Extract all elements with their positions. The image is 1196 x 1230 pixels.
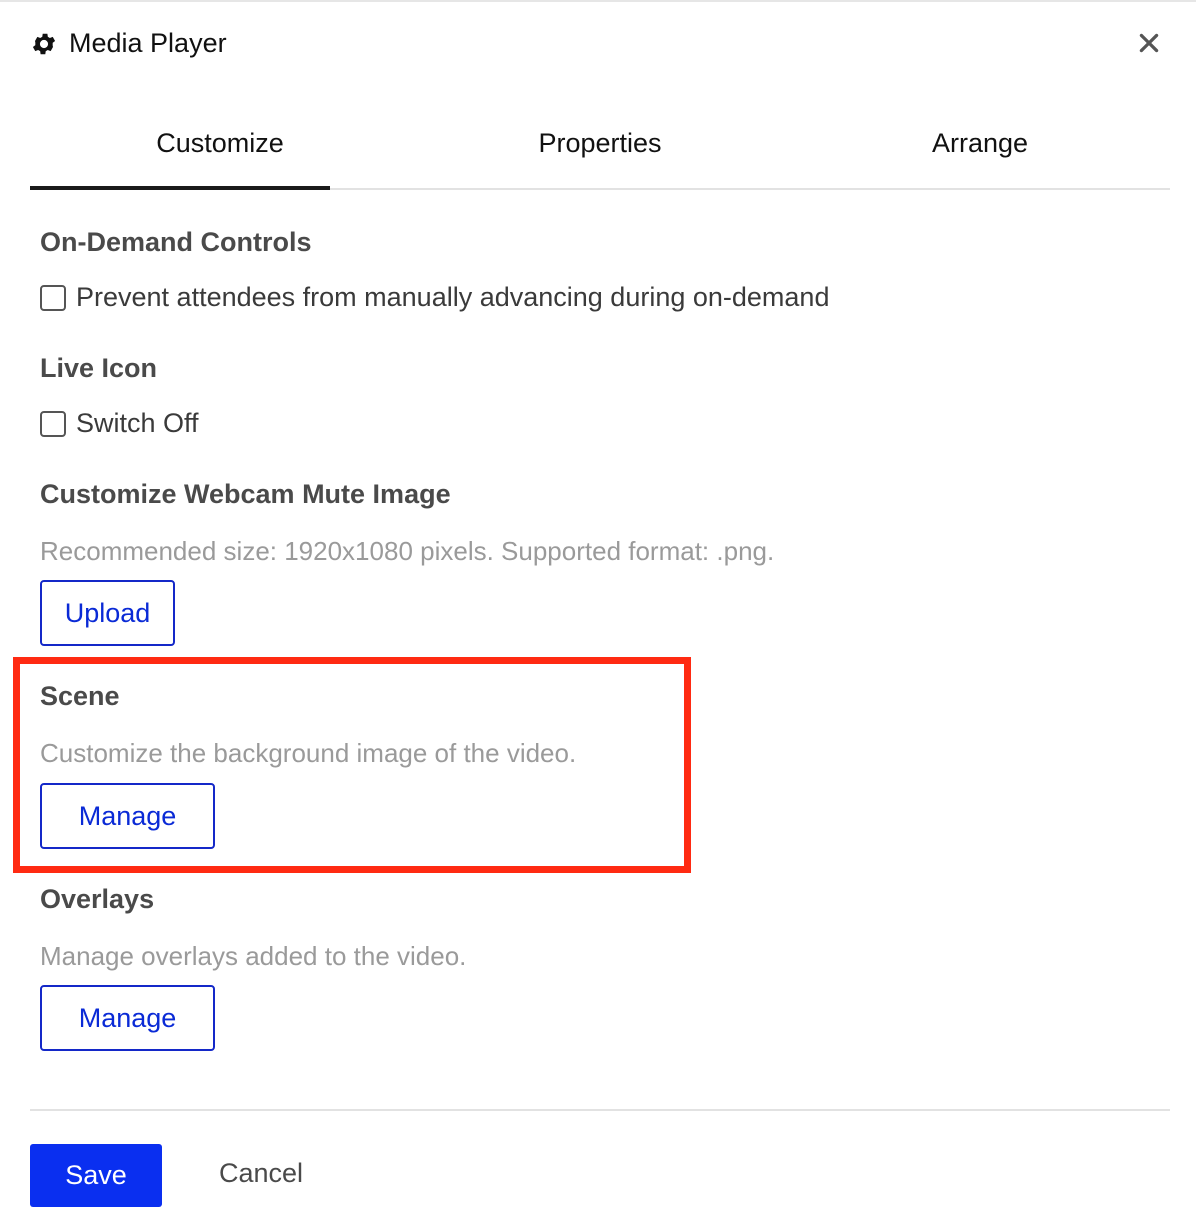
live-icon-title: Live Icon	[40, 353, 158, 383]
top-border	[0, 0, 1196, 2]
tab-customize[interactable]: Customize	[30, 104, 410, 190]
scene-title: Scene	[40, 681, 120, 711]
live-icon-checkbox-row[interactable]: Switch Off	[40, 408, 199, 439]
on-demand-checkbox-label: Prevent attendees from manually advancin…	[76, 282, 830, 312]
on-demand-title: On-Demand Controls	[40, 227, 312, 257]
webcam-mute-description: Recommended size: 1920x1080 pixels. Supp…	[40, 536, 775, 566]
save-button[interactable]: Save	[30, 1144, 162, 1207]
dialog-title: Media Player	[69, 28, 227, 58]
close-icon[interactable]	[1136, 30, 1162, 56]
tab-bar: Customize Properties Arrange	[30, 104, 1170, 190]
overlays-description: Manage overlays added to the video.	[40, 941, 467, 971]
switch-off-label: Switch Off	[76, 408, 199, 438]
overlays-manage-button[interactable]: Manage	[40, 985, 215, 1051]
tab-arrange[interactable]: Arrange	[790, 104, 1170, 188]
gear-icon	[32, 33, 56, 55]
scene-description: Customize the background image of the vi…	[40, 738, 577, 768]
footer-divider	[30, 1109, 1170, 1111]
switch-off-checkbox[interactable]	[40, 410, 66, 437]
on-demand-checkbox-row[interactable]: Prevent attendees from manually advancin…	[40, 282, 829, 313]
tab-properties[interactable]: Properties	[410, 104, 790, 188]
dialog-header: Media Player	[30, 22, 1170, 66]
scene-manage-button[interactable]: Manage	[40, 783, 215, 849]
on-demand-checkbox[interactable]	[40, 284, 66, 311]
webcam-mute-title: Customize Webcam Mute Image	[40, 479, 451, 509]
cancel-button[interactable]: Cancel	[219, 1158, 303, 1189]
upload-button[interactable]: Upload	[40, 580, 175, 646]
overlays-title: Overlays	[40, 884, 155, 914]
